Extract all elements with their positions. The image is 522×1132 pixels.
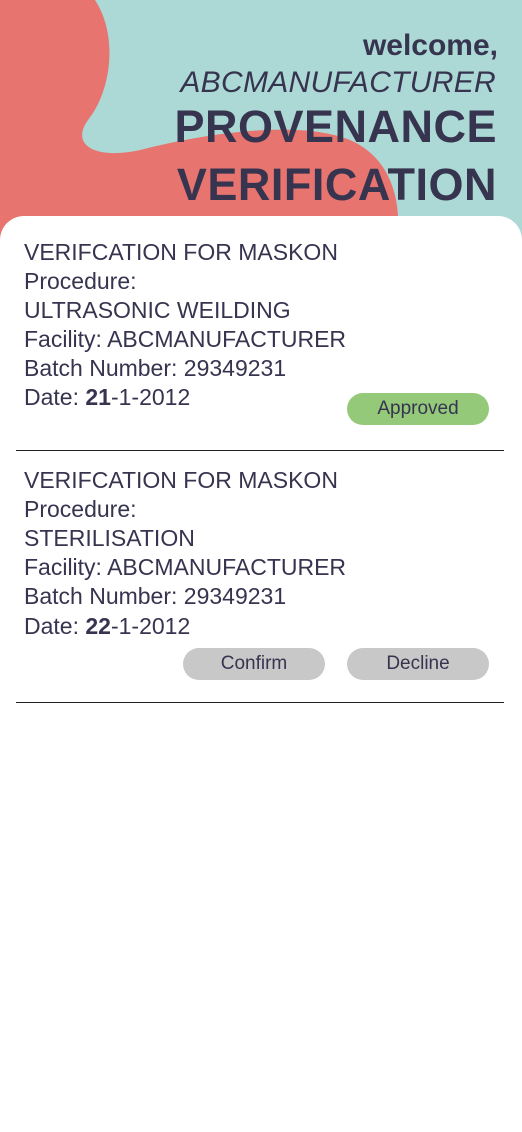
welcome-text: welcome, — [362, 29, 498, 62]
approved-status-badge: Approved — [347, 393, 489, 425]
confirm-button[interactable]: Confirm — [183, 648, 325, 680]
date-rest: -1-2012 — [110, 613, 191, 639]
date-text: Date: 21-1-2012 — [24, 383, 190, 412]
facility-text: Facility: ABCMANUFACTURER — [24, 554, 347, 580]
date-day: 22 — [85, 613, 111, 639]
page-title-line1: PROVENANCE — [174, 101, 497, 152]
date-label: Date: — [24, 384, 86, 410]
date-text: Date: 22-1-2012 — [24, 612, 190, 641]
date-rest: -1-2012 — [110, 384, 191, 410]
procedure-value: STERILISATION — [24, 525, 195, 551]
decline-button[interactable]: Decline — [347, 648, 489, 680]
verification-heading: VERIFCATION FOR MASKON — [24, 239, 338, 265]
batch-number-text: Batch Number: 29349231 — [24, 583, 287, 609]
content-sheet: VERIFCATION FOR MASKON Procedure: ULTRAS… — [0, 216, 522, 1132]
date-label: Date: — [24, 613, 86, 639]
card-divider — [16, 450, 504, 451]
verification-heading: VERIFCATION FOR MASKON — [24, 467, 338, 493]
batch-number-text: Batch Number: 29349231 — [24, 355, 287, 381]
facility-text: Facility: ABCMANUFACTURER — [24, 326, 347, 352]
username-text: ABCMANUFACTURER — [180, 66, 496, 99]
page-title-line2: VERIFICATION — [176, 159, 497, 210]
procedure-value: ULTRASONIC WEILDING — [24, 297, 291, 323]
date-day: 21 — [85, 384, 111, 410]
card-divider — [16, 702, 504, 703]
procedure-label: Procedure: — [24, 496, 137, 522]
procedure-label: Procedure: — [24, 268, 137, 294]
